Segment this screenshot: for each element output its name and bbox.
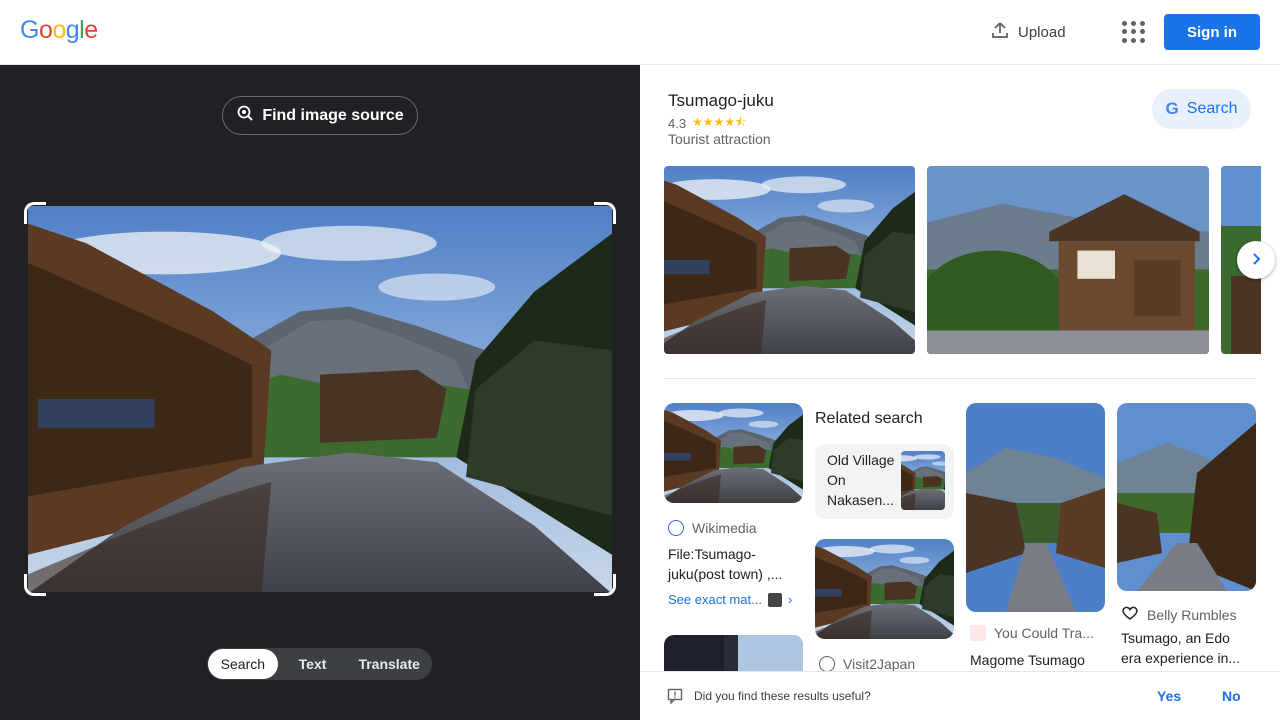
rating-value: 4.3: [668, 116, 687, 131]
related-search-heading: Related search: [815, 410, 923, 427]
crop-handle-top-right[interactable]: [594, 202, 616, 224]
related-search-chip[interactable]: Old Village On Nakasen...: [815, 444, 954, 519]
feedback-no-button[interactable]: No: [1222, 688, 1241, 704]
feedback-icon: [667, 688, 683, 709]
query-image: [28, 206, 612, 592]
upload-icon: [990, 20, 1010, 44]
result-source-youcouldtravel[interactable]: You Could Tra...: [970, 625, 1094, 641]
source-label: Visit2Japan: [843, 656, 916, 672]
result-title-youcouldtravel[interactable]: Magome Tsumago: [970, 650, 1100, 670]
chevron-right-icon: ›: [787, 592, 793, 607]
logo-letter: o: [38, 16, 53, 44]
see-exact-matches-link[interactable]: See exact mat... ›: [668, 592, 792, 607]
lens-search-icon: [236, 104, 254, 127]
result-source-visit2japan[interactable]: Visit2Japan: [819, 656, 915, 672]
sign-in-button[interactable]: Sign in: [1164, 14, 1260, 50]
result-image-visit2japan[interactable]: [815, 539, 954, 639]
logo-letter: G: [20, 16, 39, 44]
exact-match-thumb-icon: [767, 592, 782, 607]
entity-type: Tourist attraction: [668, 131, 771, 147]
entity-title[interactable]: Tsumago-juku: [668, 91, 774, 111]
lens-panel: Find image source Search Text Translate: [0, 65, 640, 720]
source-label: You Could Tra...: [994, 625, 1094, 641]
see-exact-matches-label: See exact mat...: [668, 592, 762, 607]
logo-letter: o: [52, 16, 66, 44]
wikimedia-icon: [668, 520, 684, 536]
top-bar: Google Upload Sign in: [0, 0, 1280, 65]
heart-icon: [1121, 604, 1139, 625]
result-image-youcouldtravel[interactable]: [966, 403, 1105, 612]
result-title-bellyrumbles[interactable]: Tsumago, an Edo era experience in...: [1121, 628, 1253, 668]
crop-handle-bottom-left[interactable]: [24, 574, 46, 596]
feedback-question: Did you find these results useful?: [694, 689, 871, 703]
logo-letter: g: [65, 16, 80, 44]
related-search-thumb: [901, 451, 945, 510]
entity-image-1[interactable]: [664, 166, 915, 354]
chevron-right-icon: [1249, 249, 1263, 272]
tab-search[interactable]: Search: [208, 649, 278, 679]
source-label: Belly Rumbles: [1147, 606, 1237, 623]
upload-label: Upload: [1018, 23, 1066, 41]
feedback-yes-button[interactable]: Yes: [1157, 688, 1181, 704]
globe-icon: [819, 656, 835, 672]
section-divider: [664, 378, 1256, 379]
crop-handle-bottom-right[interactable]: [594, 574, 616, 596]
carousel-next-button[interactable]: [1237, 241, 1275, 279]
result-source-bellyrumbles[interactable]: Belly Rumbles: [1121, 604, 1236, 625]
google-search-label: Search: [1186, 100, 1238, 117]
entity-image-2[interactable]: [927, 166, 1209, 354]
tab-text[interactable]: Text: [278, 649, 348, 679]
result-source-wikimedia[interactable]: Wikimedia: [668, 520, 757, 536]
find-image-source-button[interactable]: Find image source: [222, 96, 418, 135]
google-g-icon: G: [1165, 99, 1179, 118]
google-logo[interactable]: Google: [20, 16, 98, 45]
find-image-source-label: Find image source: [262, 106, 404, 124]
tab-translate[interactable]: Translate: [347, 649, 431, 679]
feedback-bar: Did you find these results useful? Yes N…: [640, 671, 1280, 720]
source-label: Wikimedia: [692, 520, 757, 536]
related-search-query: Old Village On Nakasen...: [827, 452, 895, 508]
you-could-travel-icon: [970, 625, 986, 641]
logo-letter: e: [84, 16, 98, 44]
crop-selection[interactable]: [24, 202, 616, 596]
result-image-bellyrumbles[interactable]: [1117, 403, 1256, 591]
result-title-wikimedia[interactable]: File:Tsumago-juku(post town) ,...: [668, 544, 798, 584]
results-panel: Tsumago-juku 4.3 ★★★★⯪ Tourist attractio…: [640, 65, 1280, 720]
mode-tabs: Search Text Translate: [207, 648, 432, 680]
upload-button[interactable]: Upload: [990, 20, 1066, 44]
google-search-button[interactable]: G Search: [1152, 89, 1251, 129]
result-image-wikimedia[interactable]: [664, 403, 803, 503]
apps-grid-icon[interactable]: [1120, 20, 1145, 44]
crop-handle-top-left[interactable]: [24, 202, 46, 224]
